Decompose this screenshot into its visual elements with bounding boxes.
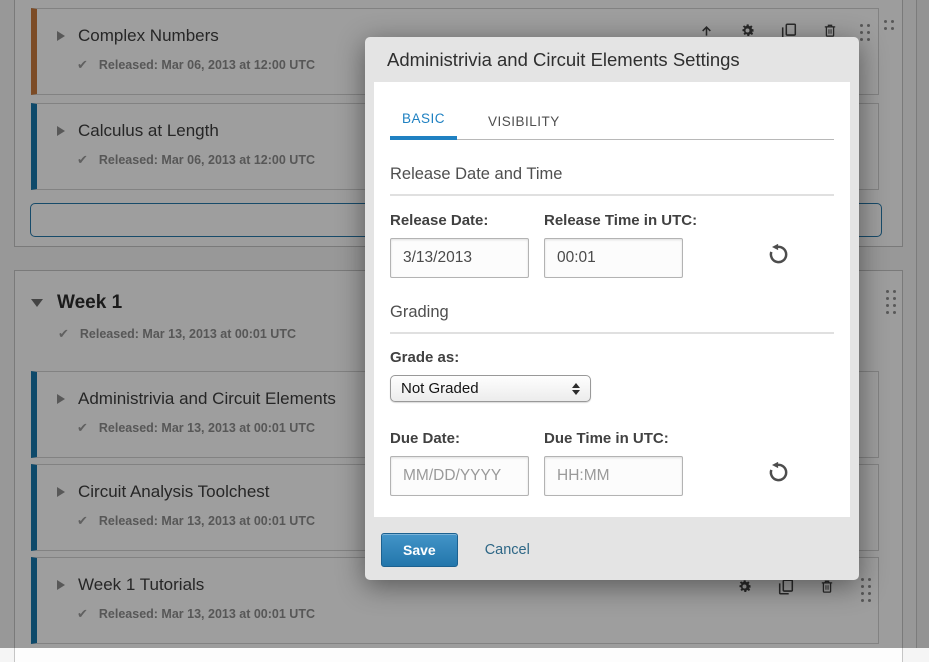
modal-actions: Save Cancel — [365, 517, 859, 567]
save-button[interactable]: Save — [381, 533, 458, 567]
tab-basic[interactable]: BASIC — [390, 111, 457, 140]
reset-due-date-button[interactable] — [768, 462, 789, 486]
grade-as-label: Grade as: — [390, 349, 834, 366]
due-time-label: Due Time in UTC: — [544, 430, 734, 447]
release-time-input[interactable] — [544, 238, 683, 278]
reset-release-date-button[interactable] — [768, 244, 789, 268]
cancel-link[interactable]: Cancel — [485, 542, 530, 558]
reset-icon — [768, 471, 789, 486]
due-date-label: Due Date: — [390, 430, 544, 447]
release-date-input[interactable] — [390, 238, 529, 278]
grade-as-select[interactable]: Not Graded — [390, 375, 591, 402]
modal-tabs: BASIC VISIBILITY — [390, 82, 834, 140]
settings-modal: Administrivia and Circuit Elements Setti… — [365, 37, 859, 580]
reset-icon — [768, 253, 789, 268]
grade-as-selected-value: Not Graded — [401, 380, 479, 397]
tab-visibility[interactable]: VISIBILITY — [476, 114, 572, 139]
modal-content: BASIC VISIBILITY Release Date and Time R… — [374, 82, 850, 517]
select-arrows-icon — [572, 383, 580, 395]
modal-title: Administrivia and Circuit Elements Setti… — [387, 49, 740, 71]
release-section-heading: Release Date and Time — [390, 165, 834, 196]
due-time-input[interactable] — [544, 456, 683, 496]
grading-section-heading: Grading — [390, 303, 834, 334]
due-date-input[interactable] — [390, 456, 529, 496]
release-time-label: Release Time in UTC: — [544, 212, 734, 229]
release-date-label: Release Date: — [390, 212, 544, 229]
